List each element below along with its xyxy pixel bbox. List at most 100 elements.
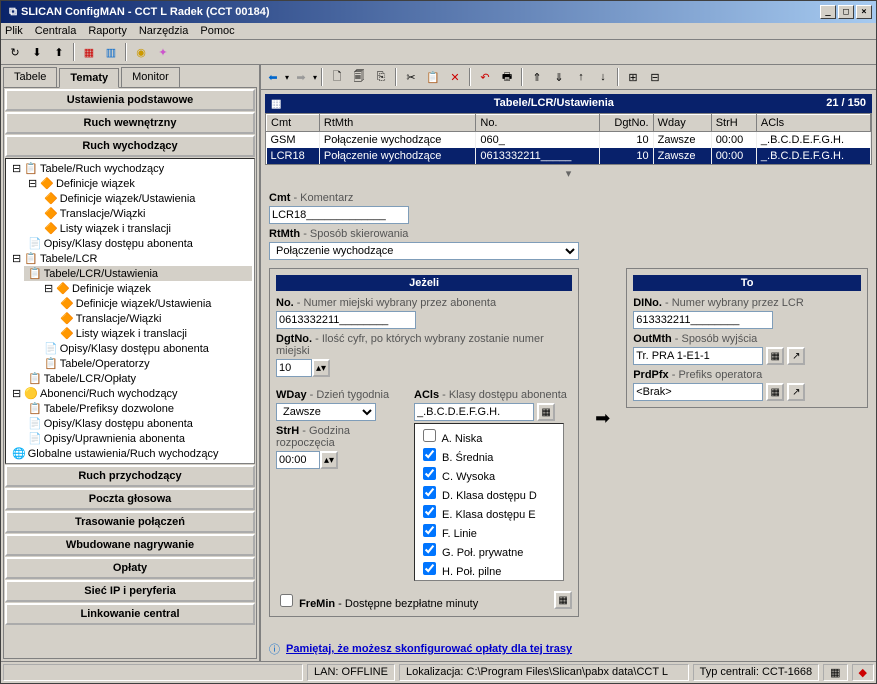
menu-narzedzia[interactable]: Narzędzia <box>139 25 189 37</box>
dino-input[interactable] <box>633 311 773 329</box>
open-icon[interactable]: 🗐 <box>349 67 369 87</box>
tab-tabele[interactable]: Tabele <box>3 67 57 87</box>
tree-node[interactable]: 🔶 Translacje/Wiązki <box>56 311 252 326</box>
tree-node[interactable]: 🔶 Definicje wiązek/Ustawienia <box>56 296 252 311</box>
tree-node[interactable]: 🔶 Listy wiązek i translacji <box>40 221 252 236</box>
acls-option[interactable]: E. Klasa dostępu E <box>417 502 561 521</box>
tab-monitor[interactable]: Monitor <box>121 67 180 87</box>
tree-node[interactable]: ⊟ 🔶 Definicje wiązek <box>24 176 252 191</box>
new-icon[interactable]: 🗋 <box>327 67 347 87</box>
dgtno-input[interactable] <box>276 359 312 377</box>
upload-icon[interactable]: ⬆ <box>49 42 69 62</box>
menu-pomoc[interactable]: Pomoc <box>200 25 234 37</box>
tree-node[interactable]: 📋 Tabele/Operatorzy <box>40 356 252 371</box>
tree-node[interactable]: 🔶 Listy wiązek i translacji <box>56 326 252 341</box>
close-button[interactable]: × <box>856 5 872 19</box>
wday-select[interactable]: Zawsze <box>276 403 376 421</box>
tree-node[interactable]: ⊟ 🟡 Abonenci/Ruch wychodzący <box>8 386 252 401</box>
maximize-button[interactable]: □ <box>838 5 854 19</box>
acc-trasowanie[interactable]: Trasowanie połączeń <box>5 511 255 533</box>
menu-centrala[interactable]: Centrala <box>35 25 77 37</box>
acls-option[interactable]: A. Niska <box>417 426 561 445</box>
strh-input[interactable] <box>276 451 320 469</box>
col-cmt[interactable]: Cmt <box>267 115 320 132</box>
tree-node-selected[interactable]: 📋 Tabele/LCR/Ustawienia <box>24 266 252 281</box>
tree-node[interactable]: 📄 Opisy/Klasy dostępu abonenta <box>40 341 252 356</box>
tool-icon[interactable]: ✦ <box>153 42 173 62</box>
tree-node[interactable]: 🌐 Globalne ustawienia/Ruch wychodzący <box>8 446 252 461</box>
acc-ruch-wychodzacy[interactable]: Ruch wychodzący <box>5 135 255 157</box>
acls-option[interactable]: H. Poł. pilne <box>417 559 561 578</box>
tab-tematy[interactable]: Tematy <box>59 68 119 88</box>
tree-node[interactable]: 📄 Opisy/Klasy dostępu abonenta <box>24 236 252 251</box>
hint-link[interactable]: Pamiętaj, że możesz skonfigurować opłaty… <box>286 643 572 655</box>
data-grid[interactable]: Cmt RtMth No. DgtNo. Wday StrH ACls GSMP… <box>265 113 872 165</box>
menu-raporty[interactable]: Raporty <box>88 25 127 37</box>
outmth-goto-button[interactable]: ↗ <box>787 347 805 365</box>
tree-node[interactable]: ⊟ 📋 Tabele/Ruch wychodzący <box>8 161 252 176</box>
copy-icon[interactable]: ⎘ <box>371 67 391 87</box>
fremin-checkbox[interactable] <box>280 594 293 607</box>
spinner-icon[interactable]: ▴▾ <box>320 451 338 469</box>
download-icon[interactable]: ⬇ <box>27 42 47 62</box>
print-icon[interactable]: 🖶 <box>497 67 517 87</box>
sort-desc-icon[interactable]: ⇓ <box>549 67 569 87</box>
audio-icon[interactable]: ◉ <box>131 42 151 62</box>
cut-icon[interactable]: ✂ <box>401 67 421 87</box>
acls-option[interactable]: D. Klasa dostępu D <box>417 483 561 502</box>
acls-option[interactable]: F. Linie <box>417 521 561 540</box>
tree-node[interactable]: ⊟ 📋 Tabele/LCR <box>8 251 252 266</box>
col-strh[interactable]: StrH <box>711 115 756 132</box>
acc-siec-ip[interactable]: Sieć IP i peryferia <box>5 580 255 602</box>
monitor-icon[interactable]: ▥ <box>101 42 121 62</box>
device-icon[interactable]: ▦ <box>79 42 99 62</box>
tree-node[interactable]: ⊟ 🔶 Definicje wiązek <box>40 281 252 296</box>
minimize-button[interactable]: _ <box>820 5 836 19</box>
splitter-handle[interactable]: ▾ <box>261 165 876 182</box>
acls-checklist[interactable]: A. Niska B. Średnia C. Wysoka D. Klasa d… <box>414 423 564 581</box>
menu-plik[interactable]: Plik <box>5 25 23 37</box>
tree-node[interactable]: 🔶 Definicje wiązek/Ustawienia <box>40 191 252 206</box>
no-input[interactable] <box>276 311 416 329</box>
table-row-selected[interactable]: LCR18Połączenie wychodzące0613332211____… <box>267 148 871 164</box>
back-icon[interactable]: ⬅ <box>263 67 283 87</box>
col-no[interactable]: No. <box>476 115 600 132</box>
acls-input[interactable] <box>414 403 534 421</box>
paste-icon[interactable]: 📋 <box>423 67 443 87</box>
collapse-icon[interactable]: ⊟ <box>645 67 665 87</box>
acls-option[interactable]: B. Średnia <box>417 445 561 464</box>
outmth-input[interactable] <box>633 347 763 365</box>
delete-icon[interactable]: ✕ <box>445 67 465 87</box>
tree-node[interactable]: 📋 Tabele/LCR/Opłaty <box>24 371 252 386</box>
fremin-browse-button[interactable]: ▦ <box>554 591 572 609</box>
sort-asc-icon[interactable]: ⇑ <box>527 67 547 87</box>
refresh-icon[interactable]: ↻ <box>5 42 25 62</box>
prdpfx-goto-button[interactable]: ↗ <box>787 383 805 401</box>
acc-ruch-przychodzacy[interactable]: Ruch przychodzący <box>5 465 255 487</box>
acc-ruch-wewnetrzny[interactable]: Ruch wewnętrzny <box>5 112 255 134</box>
col-dgtno[interactable]: DgtNo. <box>600 115 654 132</box>
cmt-input[interactable] <box>269 206 409 224</box>
acc-nagrywanie[interactable]: Wbudowane nagrywanie <box>5 534 255 556</box>
acc-poczta-glosowa[interactable]: Poczta głosowa <box>5 488 255 510</box>
table-row[interactable]: GSMPołączenie wychodzące060_10Zawsze00:0… <box>267 132 871 149</box>
expand-icon[interactable]: ⊞ <box>623 67 643 87</box>
acls-browse-button[interactable]: ▦ <box>537 403 555 421</box>
undo-icon[interactable]: ↶ <box>475 67 495 87</box>
acls-option[interactable]: G. Poł. prywatne <box>417 540 561 559</box>
tree-node[interactable]: 📄 Opisy/Klasy dostępu abonenta <box>24 416 252 431</box>
spinner-icon[interactable]: ▴▾ <box>312 359 330 377</box>
outmth-grid-button[interactable]: ▦ <box>766 347 784 365</box>
acc-oplaty[interactable]: Opłaty <box>5 557 255 579</box>
prdpfx-input[interactable] <box>633 383 763 401</box>
col-acls[interactable]: ACls <box>756 115 870 132</box>
col-rtmth[interactable]: RtMth <box>319 115 475 132</box>
acc-ustawienia-podstawowe[interactable]: Ustawienia podstawowe <box>5 89 255 111</box>
prdpfx-grid-button[interactable]: ▦ <box>766 383 784 401</box>
tree-node[interactable]: 📄 Opisy/Uprawnienia abonenta <box>24 431 252 446</box>
acc-linkowanie[interactable]: Linkowanie central <box>5 603 255 625</box>
forward-icon[interactable]: ➡ <box>291 67 311 87</box>
tree-node[interactable]: 🔶 Translacje/Wiązki <box>40 206 252 221</box>
rtmth-select[interactable]: Połączenie wychodzące <box>269 242 579 260</box>
col-wday[interactable]: Wday <box>653 115 711 132</box>
